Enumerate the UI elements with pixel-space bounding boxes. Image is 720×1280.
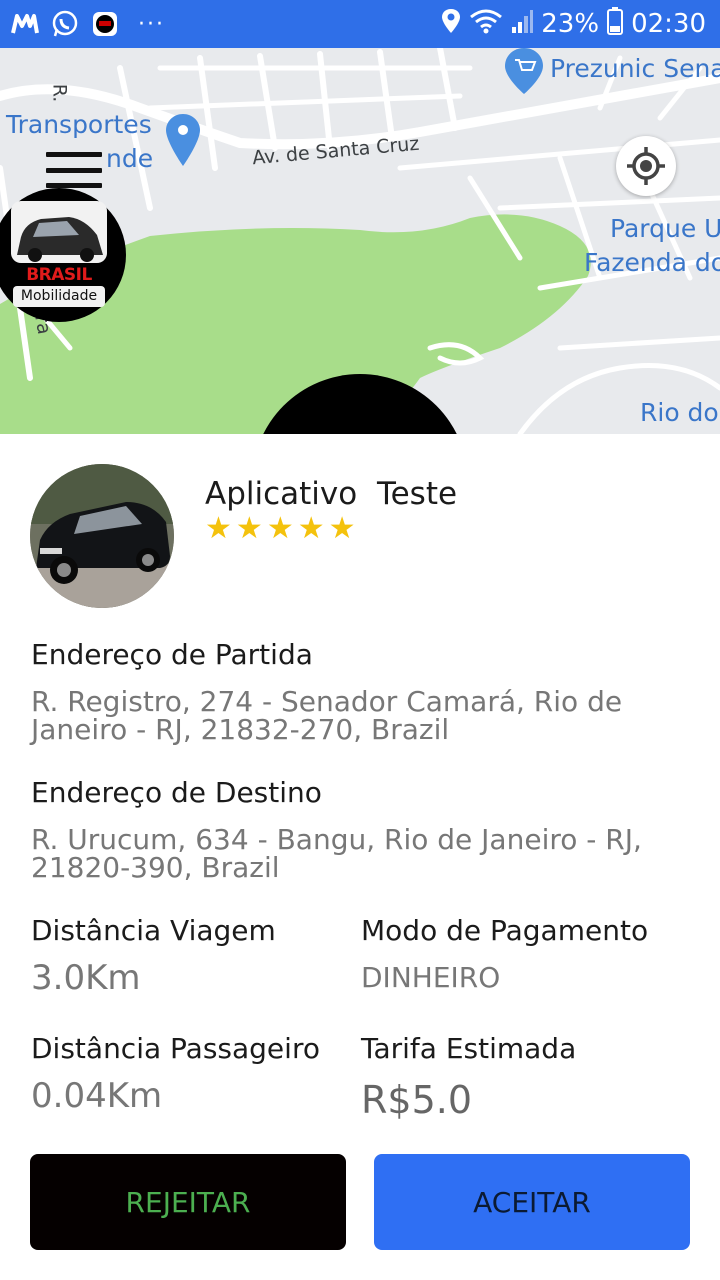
menu-bar (46, 152, 102, 157)
map-label-park-2: Fazenda do (584, 248, 720, 277)
location-icon (441, 7, 461, 42)
battery-icon (607, 6, 624, 42)
passenger-rating: ★ ★ ★ ★ ★ (205, 514, 356, 544)
star-icon: ★ (205, 511, 232, 546)
passenger-avatar (30, 464, 174, 608)
map-label-transport-2: nde (106, 144, 154, 173)
fare-label: Tarifa Estimada (361, 1032, 577, 1065)
my-location-button[interactable] (616, 136, 676, 196)
status-bar: ··· 23% 02:30 (0, 0, 720, 48)
menu-bar (46, 167, 102, 173)
map-label-rio: Rio do (640, 398, 719, 427)
star-icon: ★ (297, 511, 325, 546)
map-label-transport: Transportes (6, 110, 152, 139)
brand-logo: BRASIL POP Mobilidade (0, 188, 126, 322)
accept-button-label: ACEITAR (473, 1185, 591, 1219)
reject-button-label: REJEITAR (125, 1185, 251, 1219)
m-app-icon (10, 9, 40, 39)
battery-percentage: 23% (541, 9, 600, 39)
pickup-label: Endereço de Partida (31, 638, 313, 671)
logo-emblem: BRASIL POP Mobilidade (9, 199, 109, 311)
brasil-pop-app-icon (90, 9, 120, 39)
crosshair-icon (627, 147, 665, 185)
destination-address: R. Urucum, 634 - Bangu, Rio de Janeiro -… (31, 823, 642, 884)
street-label-r: R. (48, 83, 71, 103)
trip-distance-label: Distância Viagem (31, 914, 276, 947)
pickup-address: R. Registro, 274 - Senador Camará, Rio d… (31, 685, 623, 746)
ride-request-panel: Aplicativo Teste ★ ★ ★ ★ ★ Endereço de P… (0, 434, 720, 1280)
map-label-park: Parque U (610, 214, 720, 243)
payment-value: DINHEIRO (361, 961, 501, 994)
system-status: 23% 02:30 (441, 6, 706, 42)
reject-button[interactable]: REJEITAR (30, 1154, 346, 1250)
more-notifications-icon: ··· (138, 11, 165, 37)
notification-icons: ··· (10, 8, 165, 40)
whatsapp-icon (50, 9, 80, 39)
destination-label: Endereço de Destino (31, 776, 322, 809)
signal-icon (511, 9, 534, 40)
payment-label: Modo de Pagamento (361, 914, 649, 947)
passenger-distance-label: Distância Passageiro (31, 1032, 320, 1065)
star-icon: ★ (235, 511, 263, 546)
map-view[interactable]: Prezunic Sena Transportes nde Av. de San… (0, 48, 720, 434)
car-photo (30, 464, 174, 608)
car-icon (11, 201, 107, 263)
passenger-name: Aplicativo Teste (205, 476, 458, 512)
map-label-shop: Prezunic Sena (550, 54, 720, 83)
star-icon: ★ (328, 511, 356, 546)
accept-button[interactable]: ACEITAR (374, 1154, 690, 1250)
trip-distance-value: 3.0Km (31, 958, 141, 998)
wifi-icon (469, 8, 503, 41)
clock: 02:30 (631, 9, 706, 39)
menu-button[interactable] (46, 152, 102, 188)
fare-value: R$5.0 (361, 1078, 473, 1122)
passenger-distance-value: 0.04Km (31, 1076, 163, 1116)
star-icon: ★ (266, 511, 294, 546)
logo-sub-text: Mobilidade (13, 286, 105, 307)
